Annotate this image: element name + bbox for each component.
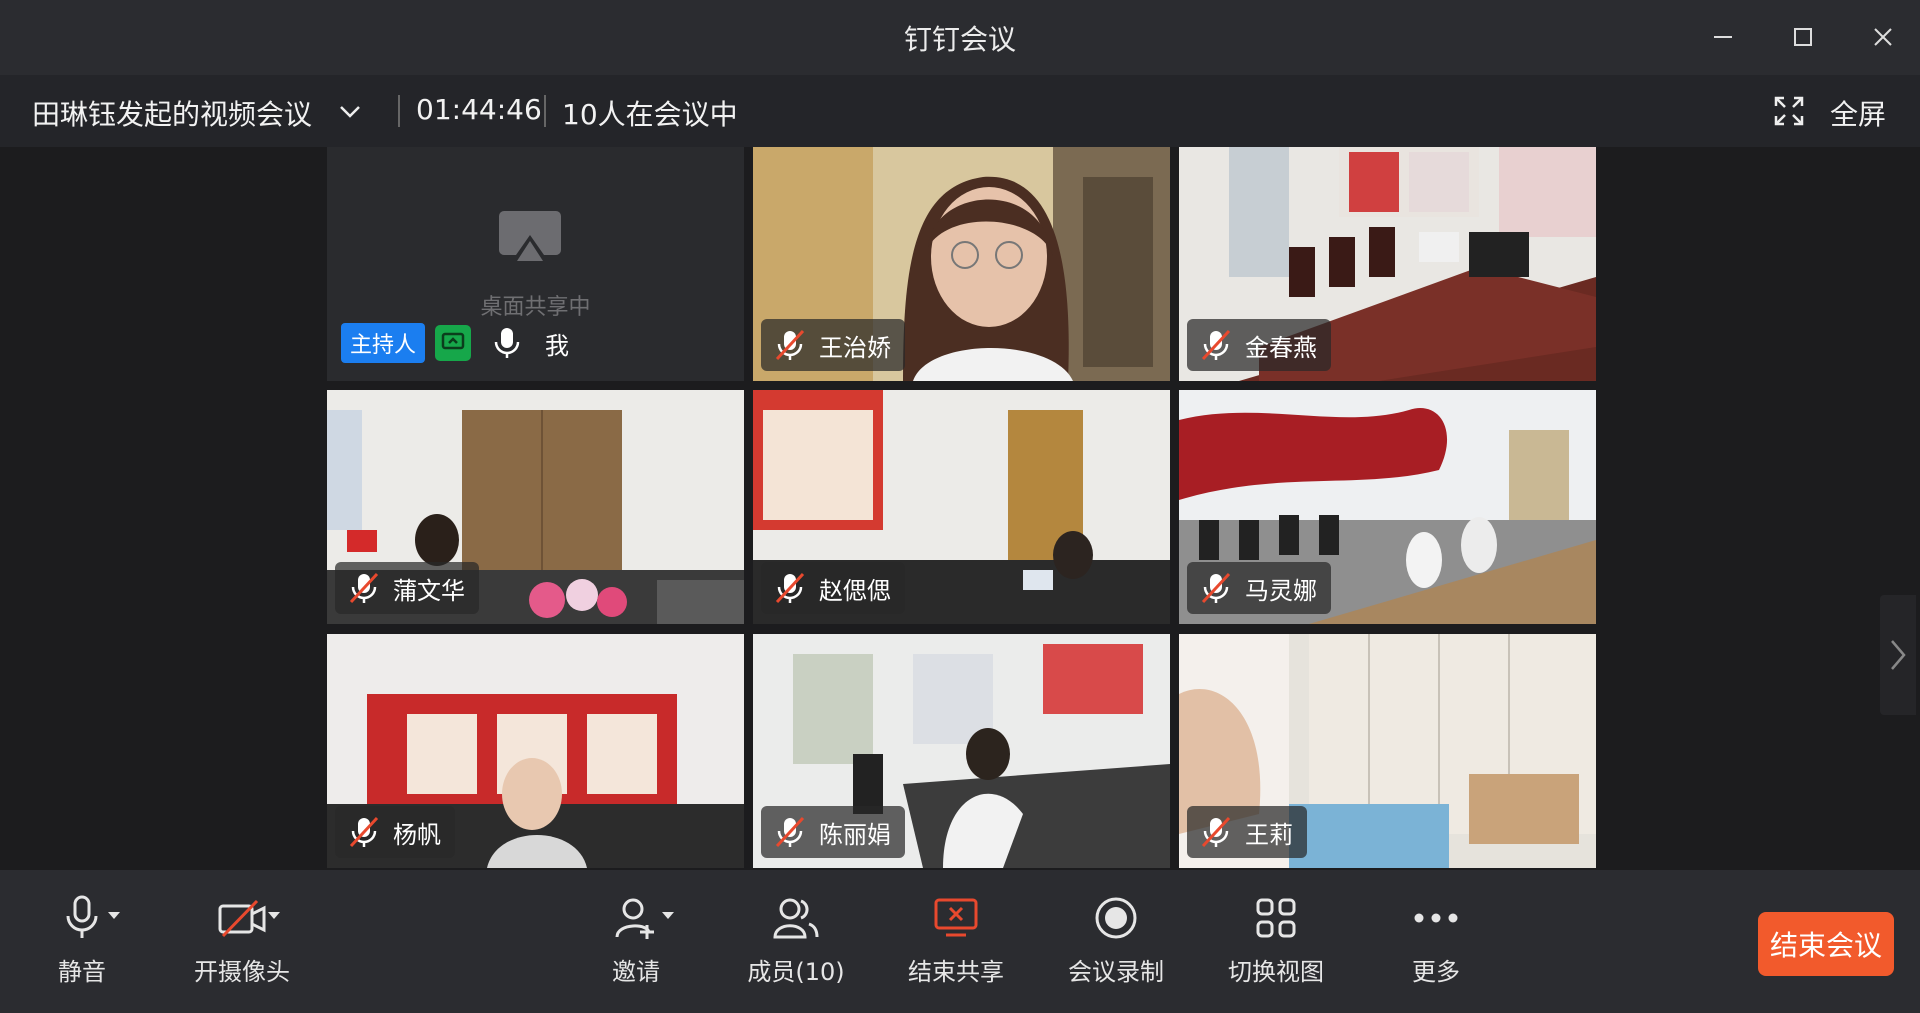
meeting-timer: 01:44:46 (416, 93, 542, 126)
participant-label: 马灵娜 (1187, 562, 1331, 614)
chevron-down-icon[interactable] (662, 912, 674, 919)
fullscreen-icon[interactable] (1773, 95, 1805, 127)
more-icon (1414, 913, 1458, 923)
members-icon (773, 898, 819, 939)
screen-share-icon (499, 211, 561, 265)
video-tile-participant[interactable]: 赵偲偲 (753, 390, 1170, 624)
record-label: 会议录制 (1068, 958, 1164, 986)
participant-name: 马灵娜 (1245, 576, 1317, 605)
participant-name: 王治娇 (819, 333, 891, 362)
participant-label: 金春燕 (1187, 319, 1331, 371)
host-badge: 主持人 (341, 323, 426, 363)
mic-muted-icon (775, 329, 805, 361)
participant-name: 陈丽娟 (819, 820, 891, 849)
participant-label: 杨帆 (335, 806, 455, 858)
stop-share-label: 结束共享 (908, 958, 1004, 986)
video-tile-participant[interactable]: 陈丽娟 (753, 634, 1170, 868)
end-meeting-button[interactable]: 结束会议 (1758, 912, 1894, 976)
maximize-icon (1794, 28, 1812, 46)
record-icon (1095, 897, 1137, 939)
mute-button[interactable]: 静音 (22, 892, 142, 992)
chevron-down-icon[interactable] (268, 912, 280, 919)
video-tile-participant[interactable]: 蒲文华 (327, 390, 744, 624)
title-bar: 钉钉会议 (0, 0, 1920, 75)
participant-name: 杨帆 (393, 820, 441, 849)
video-tile-self[interactable]: 桌面共享中 主持人 我 (327, 147, 744, 381)
mic-muted-icon (775, 572, 805, 604)
add-user-icon (615, 898, 654, 939)
participant-count: 10人在会议中 (562, 98, 738, 131)
camera-label: 开摄像头 (194, 958, 290, 986)
meeting-name[interactable]: 田琳钰发起的视频会议 (32, 93, 312, 133)
camera-button[interactable]: 开摄像头 (182, 892, 302, 992)
microphone-icon (66, 895, 98, 938)
stop-share-button[interactable]: 结束共享 (896, 892, 1016, 992)
mic-muted-icon (349, 572, 379, 604)
participant-label: 王莉 (1187, 806, 1307, 858)
self-label: 我 (545, 331, 570, 360)
participant-name: 蒲文华 (393, 576, 465, 605)
more-label: 更多 (1412, 958, 1460, 986)
video-grid: 桌面共享中 主持人 我 王治娇 金春燕 蒲文华 赵偲偲 马灵娜 杨帆 陈丽娟 王… (0, 147, 1920, 870)
bottom-toolbar: 静音 开摄像头 邀请 成员(10) 结束共享 会议录制 切换视图 更多 (0, 870, 1920, 1013)
video-tile-participant[interactable]: 杨帆 (327, 634, 744, 868)
chevron-right-icon (1891, 640, 1906, 670)
participant-name: 王莉 (1245, 820, 1293, 849)
mic-muted-icon (1201, 572, 1231, 604)
record-button[interactable]: 会议录制 (1056, 892, 1176, 992)
mute-label: 静音 (58, 958, 106, 986)
stop-share-icon (934, 898, 978, 937)
participant-label: 蒲文华 (335, 562, 479, 614)
sharing-badge-icon (435, 325, 472, 361)
participant-label: 赵偲偲 (761, 562, 905, 614)
divider (544, 95, 546, 127)
invite-button[interactable]: 邀请 (576, 892, 696, 992)
more-button[interactable]: 更多 (1376, 892, 1496, 992)
video-tile-participant[interactable]: 金春燕 (1179, 147, 1596, 381)
members-button[interactable]: 成员(10) (736, 892, 856, 992)
mic-muted-icon (349, 816, 379, 848)
invite-label: 邀请 (612, 958, 660, 986)
grid-view-icon (1256, 898, 1296, 938)
next-page-button[interactable] (1880, 595, 1916, 715)
fullscreen-button[interactable]: 全屏 (1830, 93, 1886, 133)
video-tile-participant[interactable]: 马灵娜 (1179, 390, 1596, 624)
window-title: 钉钉会议 (903, 23, 1016, 56)
sharing-status: 桌面共享中 (480, 295, 591, 320)
camera-off-icon (218, 899, 266, 938)
video-tile-participant[interactable]: 王莉 (1179, 634, 1596, 868)
switch-view-button[interactable]: 切换视图 (1216, 892, 1336, 992)
video-tile-participant[interactable]: 王治娇 (753, 147, 1170, 381)
participant-name: 赵偲偲 (819, 576, 891, 605)
mic-muted-icon (775, 816, 805, 848)
meeting-info-bar: 田琳钰发起的视频会议 01:44:46 10人在会议中 全屏 (0, 75, 1920, 147)
participant-label: 王治娇 (761, 319, 905, 371)
members-label: 成员(10) (747, 958, 845, 986)
microphone-icon (494, 328, 520, 358)
minimize-icon (1714, 36, 1732, 38)
close-button[interactable] (1860, 14, 1906, 60)
close-icon (1874, 28, 1892, 46)
maximize-button[interactable] (1780, 14, 1826, 60)
mic-muted-icon (1201, 329, 1231, 361)
participant-label: 陈丽娟 (761, 806, 905, 858)
switch-view-label: 切换视图 (1228, 958, 1324, 986)
minimize-button[interactable] (1700, 14, 1746, 60)
mic-muted-icon (1201, 816, 1231, 848)
divider (398, 95, 400, 127)
chevron-down-icon[interactable] (108, 912, 120, 919)
chevron-down-icon[interactable] (335, 97, 365, 127)
participant-name: 金春燕 (1245, 333, 1317, 362)
